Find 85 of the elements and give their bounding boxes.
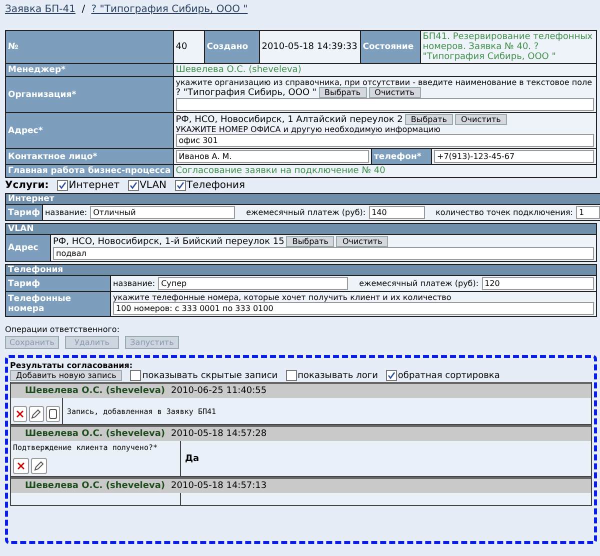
- services-label: Услуги:: [5, 180, 49, 191]
- checkbox-label: показывать скрытые записи: [142, 370, 278, 380]
- input-field[interactable]: Супер: [158, 277, 348, 290]
- input-field[interactable]: Иванов А. М.: [176, 150, 369, 163]
- field-label: Контактное лицо*: [6, 148, 174, 164]
- address-value: РФ, НСО, Новосибирск, 1-й Бийский переулок 15: [53, 236, 284, 246]
- field-label: Адрес*: [6, 112, 174, 148]
- field-label: Организация*: [6, 76, 174, 112]
- checkbox[interactable]: [386, 370, 397, 381]
- date-value: 2010-05-18 14:39:33: [259, 31, 360, 63]
- action-button[interactable]: Выбрать: [318, 87, 367, 98]
- pencil-icon: [33, 460, 45, 472]
- field-label: Тариф: [6, 276, 110, 292]
- hint-text: укажите организацию из справочника, при отсутствии - введите наименование в текстовое поле: [176, 78, 594, 87]
- input-field[interactable]: 140: [368, 206, 425, 219]
- input-field[interactable]: Отличный: [90, 206, 236, 219]
- edit-button[interactable]: [29, 406, 44, 422]
- operations-label: Операции ответственного:: [5, 325, 121, 334]
- input-field[interactable]: [176, 98, 594, 111]
- checkbox-label: показывать логи: [298, 370, 378, 380]
- main-work-link[interactable]: Согласование заявки на подключение № 40: [173, 164, 596, 178]
- address-value: РФ, НСО, Новосибирск, 1 Алтайский переулок 2: [176, 114, 403, 124]
- breadcrumb-link[interactable]: Заявка БП-41: [5, 4, 76, 15]
- field-label: ежемесячный платеж (руб):: [246, 208, 366, 217]
- action-button[interactable]: Выбрать: [286, 236, 334, 247]
- field-label: №: [6, 30, 174, 64]
- hint-text: укажите телефонные номера, которые хочет получить клиент и их количество: [113, 293, 452, 302]
- section-header: VLAN: [6, 224, 596, 234]
- checkbox[interactable]: [174, 180, 186, 191]
- edit-button[interactable]: [31, 458, 47, 474]
- field-label: Менеджер*: [6, 64, 174, 76]
- organization-value: ? "Типография Сибирь, ООО ": [176, 88, 317, 98]
- field-label: телефон*: [372, 149, 432, 164]
- action-button[interactable]: Очистить: [368, 87, 420, 98]
- input-field[interactable]: офис 301: [176, 134, 594, 147]
- results-title: Результаты согласования:: [10, 361, 134, 370]
- breadcrumb-separator: /: [82, 4, 86, 15]
- checkbox-label: обратная сортировка: [398, 370, 500, 380]
- hint-text: УКАЖИТЕ НОМЕР ОФИСА и другую необходимую информацию: [176, 125, 442, 134]
- checkbox[interactable]: [286, 370, 297, 381]
- pencil-icon: [30, 408, 42, 420]
- field-label: количество точек подключения:: [436, 208, 573, 217]
- author-name: Шевелева О.С. (sheveleva): [25, 429, 166, 439]
- answer-text: Да: [185, 454, 200, 464]
- delete-button[interactable]: [13, 406, 28, 422]
- view-button[interactable]: [46, 406, 60, 422]
- input-field[interactable]: 100 номеров: с 333 0001 по 333 0100: [113, 302, 594, 315]
- author-name: Шевелева О.С. (sheveleva): [25, 386, 166, 396]
- section-header: Интернет: [6, 194, 600, 204]
- record-time: 2010-06-25 11:40:55: [171, 386, 267, 396]
- field-label: Главная работа бизнес-процесса: [6, 164, 174, 178]
- state-value: БП41. Резервирование телефонных номеров. Заявка № 40. ? "Типография Сибирь, ООО ": [420, 31, 596, 63]
- checkbox[interactable]: [56, 180, 68, 191]
- field-label: Тариф: [6, 204, 43, 220]
- checkbox-label: VLAN: [140, 180, 167, 191]
- checkbox-label: Интернет: [68, 180, 120, 191]
- record-time: 2010-05-18 14:57:13: [171, 481, 267, 491]
- checkbox[interactable]: [130, 370, 142, 381]
- close-icon: [15, 460, 27, 472]
- checkbox[interactable]: [128, 180, 139, 191]
- section-header: Телефония: [6, 264, 596, 276]
- close-icon: [14, 408, 26, 420]
- field-label: название:: [113, 279, 156, 288]
- manager-value: Шевелева О.С. (sheveleva): [173, 64, 596, 76]
- input-field[interactable]: подвал: [53, 247, 594, 260]
- input-field[interactable]: 120: [482, 277, 594, 290]
- record-time: 2010-05-18 14:57:28: [171, 429, 267, 439]
- field-label: Адрес: [6, 234, 50, 262]
- document-icon: [46, 408, 59, 420]
- field-label: Состояние: [360, 31, 420, 63]
- field-label: Создано: [204, 31, 260, 63]
- input-field[interactable]: 1: [576, 206, 600, 219]
- action-button[interactable]: Выбрать: [404, 114, 453, 125]
- add-record-button[interactable]: Добавить новую запись: [10, 370, 122, 381]
- breadcrumb-link[interactable]: ? "Типография Сибирь, ООО ": [91, 4, 248, 15]
- number-value: 40: [174, 31, 204, 63]
- checkbox-label: Телефония: [186, 180, 246, 191]
- field-label: название:: [45, 208, 88, 217]
- delete-button[interactable]: [13, 458, 29, 474]
- action-button[interactable]: Очистить: [336, 236, 388, 247]
- author-name: Шевелева О.С. (sheveleva): [25, 481, 166, 491]
- field-label: Телефонные номера: [6, 292, 110, 316]
- action-button[interactable]: Очистить: [455, 114, 507, 125]
- input-field[interactable]: +7(913)-123-45-67: [434, 150, 594, 163]
- field-label: ежемесячный платеж (руб):: [359, 279, 479, 288]
